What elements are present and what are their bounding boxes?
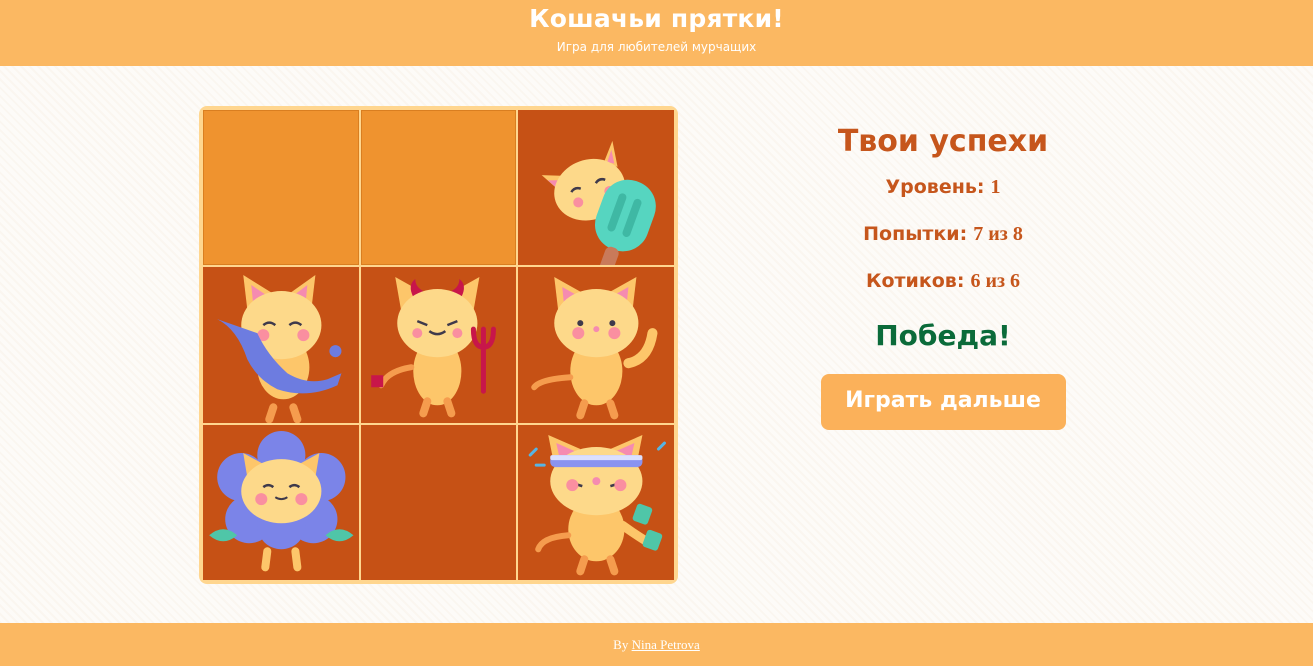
card-open[interactable] [518, 110, 674, 266]
cat-fish-icon [217, 275, 342, 423]
author-link[interactable]: Nina Petrova [632, 637, 700, 652]
page-subtitle: Игра для любителей мурчащих [556, 40, 757, 54]
level-stat: Уровень: 1 [760, 164, 1126, 211]
cats-label: Котиков: [865, 270, 965, 292]
progress-panel: Твои успехи Уровень: 1 Попытки: 7 из 8 К… [760, 110, 1126, 430]
card-closed[interactable] [203, 110, 359, 266]
game-board [199, 106, 678, 584]
continue-button[interactable]: Играть дальше [820, 374, 1066, 430]
cards-grid [203, 110, 674, 580]
page-title: Кошачьи прятки! [529, 4, 784, 33]
page-footer: By Nina Petrova [0, 623, 1313, 666]
cat-dumbbell-icon [529, 434, 667, 575]
card-open-empty[interactable] [360, 424, 517, 580]
app-header: Кошачьи прятки! Игра для любителей мурча… [0, 0, 1313, 66]
card-closed[interactable] [360, 110, 517, 266]
level-label: Уровень: [885, 176, 985, 198]
cat-devil-icon [370, 277, 496, 418]
cat-popsicle-icon [542, 140, 657, 266]
level-value: 1 [990, 176, 1001, 198]
attempts-stat: Попытки: 7 из 8 [760, 211, 1126, 258]
cat-flower-icon [209, 430, 354, 571]
progress-heading: Твои успехи [837, 124, 1049, 159]
attempts-label: Попытки: [863, 223, 968, 245]
card-open[interactable] [203, 267, 359, 423]
card-open[interactable] [360, 267, 517, 423]
card-open[interactable] [203, 424, 359, 580]
card-open[interactable] [518, 267, 674, 423]
footer-prefix: By [613, 637, 629, 652]
attempts-value: 7 из 8 [973, 223, 1023, 245]
cats-value: 6 из 6 [970, 270, 1021, 292]
card-open[interactable] [518, 424, 674, 580]
result-message: Победа! [875, 319, 1011, 352]
cat-waving-icon [531, 277, 658, 420]
cats-stat: Котиков: 6 из 6 [760, 258, 1126, 305]
